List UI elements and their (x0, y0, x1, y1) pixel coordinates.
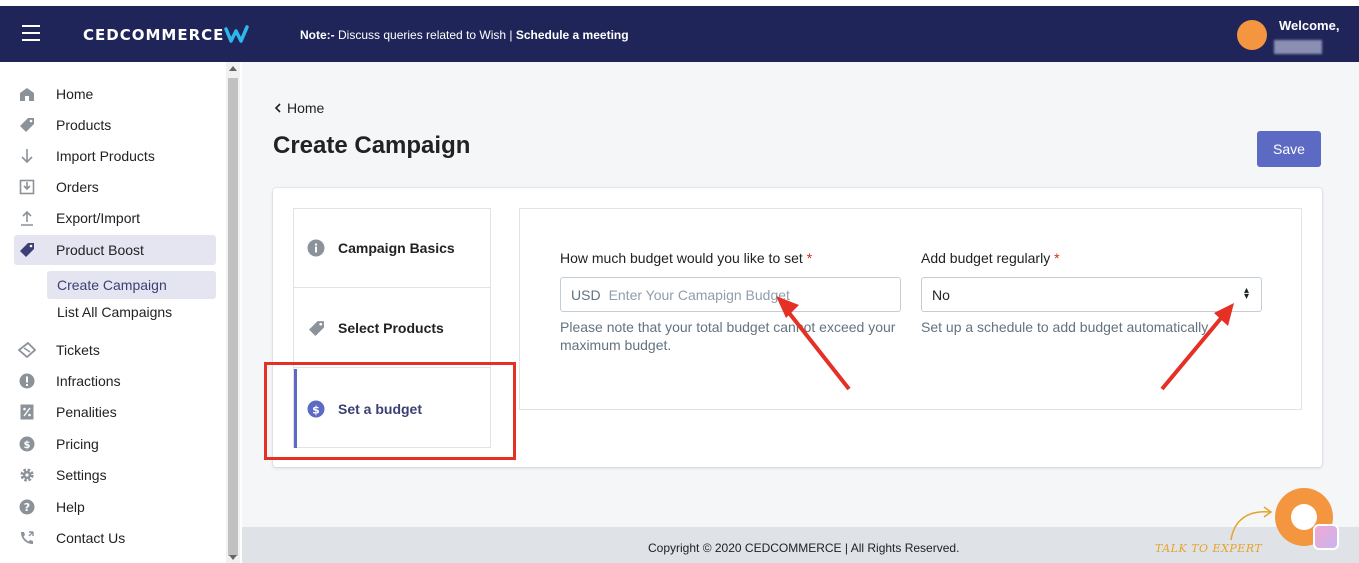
budget-input[interactable] (608, 286, 889, 303)
scrollbar-thumb[interactable] (228, 78, 238, 556)
sidebar-item-label: Orders (56, 179, 99, 195)
sidebar-item-label: Home (56, 86, 94, 102)
budget-label-text: How much budget would you like to set (560, 250, 803, 266)
sidebar-scrollbar[interactable] (226, 62, 240, 563)
required-mark: * (1054, 250, 1060, 266)
tag-icon (17, 242, 37, 258)
gear-icon (17, 467, 37, 483)
sidebar-item-label: Export/Import (56, 210, 141, 226)
sidebar-item-label: Settings (56, 467, 107, 483)
required-mark: * (806, 250, 813, 266)
top-note: Note:- Discuss queries related to Wish |… (300, 28, 629, 42)
sidebar-item-products[interactable]: Products (14, 110, 216, 140)
tag-icon (17, 117, 37, 133)
upload-icon (17, 210, 37, 226)
sidebar-item-label: Pricing (56, 436, 99, 452)
sidebar-item-label: Product Boost (56, 242, 144, 258)
arrow-down-icon (17, 148, 37, 164)
budget-panel: How much budget would you like to set * … (519, 208, 1302, 410)
ticket-icon (17, 342, 37, 358)
step-label: Campaign Basics (338, 240, 455, 256)
chevron-left-icon (274, 103, 281, 113)
inbox-download-icon (17, 179, 37, 195)
budget-help-text: Please note that your total budget canno… (560, 318, 895, 354)
sidebar-item-tickets[interactable]: Tickets (14, 335, 216, 365)
sidebar-item-label: Penalities (56, 404, 117, 420)
scroll-down-arrow-icon[interactable] (229, 555, 237, 560)
schedule-meeting-link[interactable]: Schedule a meeting (516, 28, 629, 42)
budget-help-line1: Please note that your total budget canno… (560, 319, 896, 335)
sidebar-item-settings[interactable]: Settings (14, 460, 216, 490)
dollar-icon: $ (17, 436, 37, 452)
info-icon (307, 239, 325, 257)
blurred-username (1274, 40, 1322, 54)
regular-label-text: Add budget regularly (921, 250, 1051, 266)
breadcrumb-home-link[interactable]: Home (287, 100, 324, 116)
sidebar-item-label: Tickets (56, 342, 100, 358)
regular-label: Add budget regularly * (921, 250, 1060, 266)
sidebar: Home Products Import Products Orders Exp… (0, 62, 242, 563)
curved-arrow-icon (1230, 506, 1273, 541)
copyright-text: Copyright © 2020 CEDCOMMERCE | All Right… (648, 541, 960, 555)
save-button[interactable]: Save (1257, 131, 1321, 167)
page-title: Create Campaign (273, 132, 471, 159)
step-label: Select Products (338, 320, 444, 336)
home-icon (17, 87, 37, 102)
sidebar-item-import-products[interactable]: Import Products (14, 141, 216, 171)
currency-prefix: USD (571, 286, 601, 303)
sidebar-subitem-create-campaign[interactable]: Create Campaign (47, 271, 216, 299)
sidebar-item-label: Infractions (56, 373, 121, 389)
top-bar: CEDCOMMERCE Note:- Discuss queries relat… (0, 6, 1359, 62)
brand-logo[interactable]: CEDCOMMERCE (83, 26, 224, 44)
step-campaign-basics[interactable]: Campaign Basics (294, 209, 490, 288)
sidebar-item-product-boost[interactable]: Product Boost (14, 235, 216, 265)
scroll-up-arrow-icon[interactable] (229, 66, 237, 71)
sidebar-item-label: Help (56, 499, 85, 515)
tag-icon (307, 319, 325, 337)
sidebar-item-export-import[interactable]: Export/Import (14, 203, 216, 233)
avatar[interactable] (1237, 20, 1267, 50)
alert-icon (17, 373, 37, 389)
welcome-text: Welcome, (1279, 18, 1340, 33)
question-icon: ? (17, 499, 37, 515)
sidebar-subitem-list-all-campaigns[interactable]: List All Campaigns (47, 298, 216, 326)
select-arrows-icon: ▴ ▾ (1243, 285, 1249, 302)
percent-icon (17, 404, 37, 420)
sidebar-item-home[interactable]: Home (14, 79, 216, 109)
svg-text:?: ? (24, 501, 30, 514)
sidebar-item-pricing[interactable]: $ Pricing (14, 429, 216, 459)
regular-budget-select[interactable]: No ▴ ▾ (921, 277, 1262, 312)
chat-agent-avatar[interactable] (1313, 524, 1339, 550)
sidebar-item-contact-us[interactable]: Contact Us (14, 523, 216, 553)
regular-help-text: Set up a schedule to add budget automati… (921, 319, 1212, 335)
step-select-products[interactable]: Select Products (294, 289, 490, 368)
select-value: No (932, 286, 950, 303)
sidebar-item-penalities[interactable]: Penalities (14, 397, 216, 427)
budget-label: How much budget would you like to set * (560, 250, 812, 266)
budget-help-line2: maximum budget. (560, 337, 672, 353)
breadcrumb[interactable]: Home (273, 100, 324, 116)
budget-input-wrapper[interactable]: USD (560, 277, 901, 312)
hamburger-menu-icon[interactable] (22, 25, 40, 41)
sidebar-item-label: Import Products (56, 148, 155, 164)
sidebar-item-help[interactable]: ? Help (14, 492, 216, 522)
sidebar-item-label: Products (56, 117, 112, 133)
phone-icon (17, 530, 37, 546)
wish-logo-icon (224, 25, 249, 43)
note-prefix: Note:- (300, 28, 335, 42)
sidebar-item-infractions[interactable]: Infractions (14, 366, 216, 396)
sidebar-item-orders[interactable]: Orders (14, 172, 216, 202)
sidebar-item-label: Contact Us (56, 530, 126, 546)
svg-text:$: $ (24, 440, 31, 451)
annotation-highlight-box (264, 362, 516, 460)
note-text: Discuss queries related to Wish | (334, 28, 516, 42)
